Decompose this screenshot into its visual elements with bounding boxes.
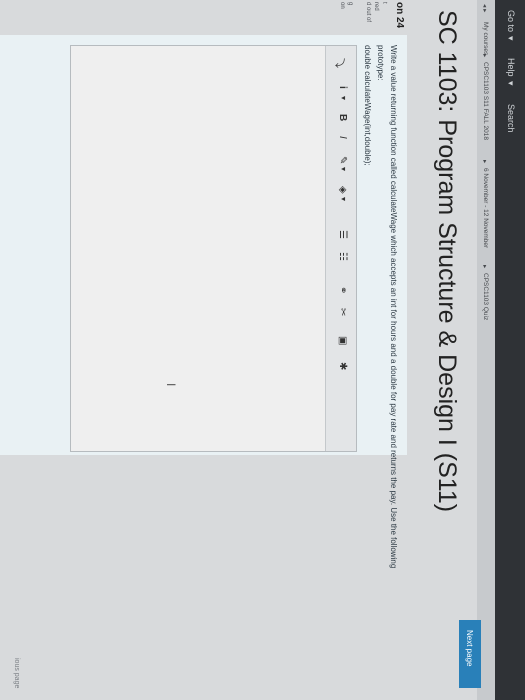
question-info-block: on 24 t red d out of g on [335, 0, 405, 30]
breadcrumb-separator-icon: ▸ [481, 265, 488, 269]
previous-page-link[interactable]: ious page [13, 658, 20, 688]
question-line-3: double calculateWage(int,double); [363, 45, 372, 166]
question-number: on 24 [394, 2, 405, 29]
chevron-down-icon[interactable]: ▾ [339, 167, 348, 171]
breadcrumb-separator-icon: ▸ [481, 160, 488, 164]
top-navbar: Go to ▾ Help ▾ Search [495, 0, 525, 700]
answer-status: red [373, 2, 379, 11]
info-icon[interactable]: i [337, 86, 348, 89]
expand-toolbar-icon[interactable]: ⤵ [333, 58, 348, 68]
breadcrumb: ◂ ▸ My courses ▸ CPSC1103 S11 FALL 2018 … [477, 0, 495, 700]
numbered-list-icon[interactable]: ☷ [337, 252, 348, 261]
search-link[interactable]: Search [506, 104, 516, 133]
goto-menu[interactable]: Go to [506, 10, 516, 32]
media-icon[interactable]: ✱ [337, 362, 348, 370]
breadcrumb-quiz[interactable]: CPSC1103 Quiz [482, 273, 489, 320]
flag-label-2[interactable]: on [339, 2, 345, 9]
image-icon[interactable]: ▣ [337, 336, 348, 345]
question-line-2: prototype: [376, 45, 385, 81]
editor-text-area[interactable]: I [71, 46, 325, 451]
breadcrumb-separator-icon: ▸ [481, 54, 488, 58]
bullet-list-icon[interactable]: ☰ [337, 230, 348, 239]
question-text: Write a value returning function called … [361, 45, 400, 569]
editor-toolbar: ⤵ i ▾ B I ✎ ▾ ◈ ▾ ☰ ☷ ⚭ ✂ ▣ ✱ [325, 46, 356, 451]
rotated-browser-page: Go to ▾ Help ▾ Search ◂ ▸ My courses ▸ C… [0, 0, 525, 700]
next-page-button[interactable]: Next page [459, 620, 481, 688]
flag-label[interactable]: g [347, 2, 353, 5]
bold-button[interactable]: B [337, 114, 348, 121]
page-title: SC 1103: Program Structure & Design I (S… [433, 10, 461, 513]
chevron-down-icon: ▾ [506, 81, 516, 86]
highlight-icon[interactable]: ◈ [337, 186, 348, 194]
next-page-label: Next page [465, 630, 474, 667]
breadcrumb-week[interactable]: 6 November - 12 November [482, 168, 489, 248]
question-line-1: Write a value returning function called … [389, 45, 398, 569]
help-menu[interactable]: Help [506, 58, 516, 77]
answer-editor[interactable]: ⤵ i ▾ B I ✎ ▾ ◈ ▾ ☰ ☷ ⚭ ✂ ▣ ✱ I [70, 45, 357, 452]
photo-scene: Go to ▾ Help ▾ Search ◂ ▸ My courses ▸ C… [0, 0, 525, 700]
italic-button[interactable]: I [337, 136, 348, 139]
link-icon[interactable]: ⚭ [337, 286, 348, 294]
text-cursor-icon: I [164, 383, 178, 387]
chevron-down-icon[interactable]: ▾ [339, 197, 348, 201]
chevron-down-icon[interactable]: ▾ [339, 96, 348, 100]
question-state: t [381, 2, 387, 4]
chevron-down-icon: ▾ [506, 36, 516, 41]
marks-label: d out of [365, 2, 371, 23]
breadcrumb-course[interactable]: CPSC1103 S11 FALL 2018 [482, 62, 489, 140]
breadcrumb-my-courses[interactable]: My courses [482, 22, 489, 55]
unlink-icon[interactable]: ✂ [337, 308, 348, 316]
text-color-icon[interactable]: ✎ [337, 156, 348, 164]
breadcrumb-arrow-icon: ◂ ▸ [481, 4, 488, 13]
